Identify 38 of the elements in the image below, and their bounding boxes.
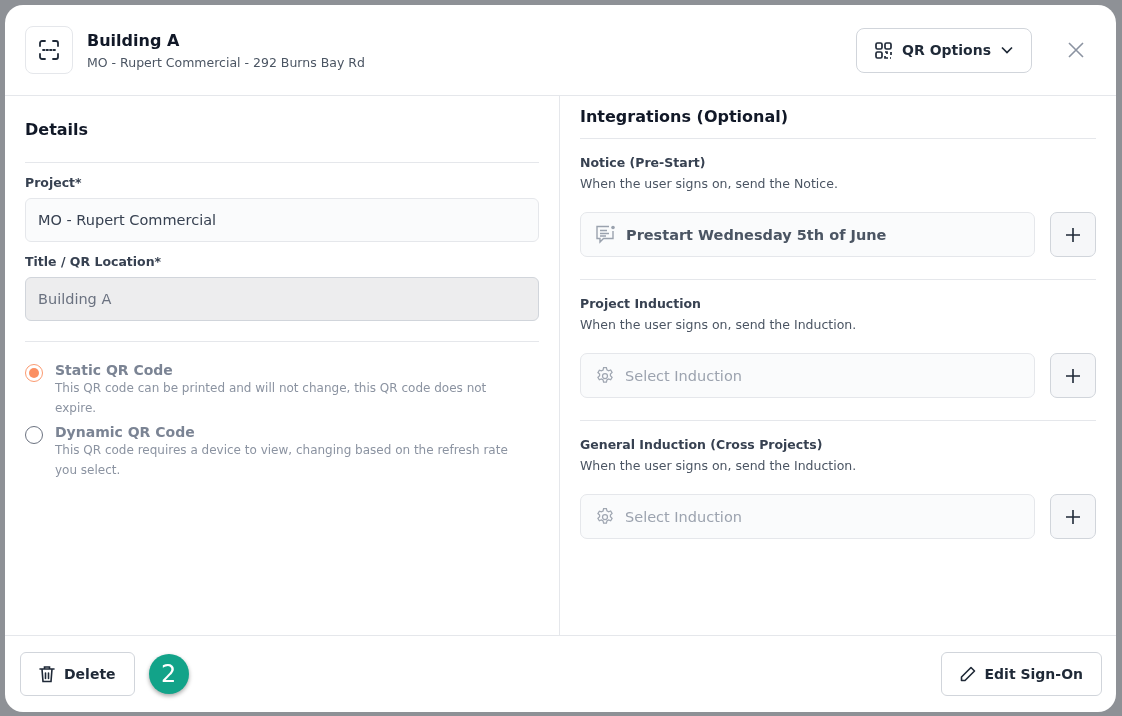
trash-icon (39, 665, 55, 683)
field-label: Title / QR Location* (25, 254, 163, 269)
select-field[interactable]: Prestart Wednesday 5th of June (580, 212, 1035, 257)
dialog-subtitle: MO - Rupert Commercial - 292 Burns Bay Rd (87, 54, 366, 70)
gear-icon (595, 506, 615, 527)
qr-options-button[interactable]: QR Options (856, 27, 1032, 73)
section-heading: Details (25, 119, 90, 141)
field-label: Project* (25, 175, 83, 190)
qr-code-icon (875, 41, 893, 59)
message-icon (595, 225, 616, 244)
integration-description: When the user signs on, send the Induction. (580, 458, 858, 473)
radio-label: Static QR Code (55, 362, 174, 378)
radio-description: This QR code requires a device to view, changing based on the refresh rate you select. (55, 442, 509, 479)
integration-title: General Induction (Cross Projects) (580, 437, 824, 452)
scan-frame-icon (25, 26, 73, 74)
plus-icon (1066, 509, 1080, 524)
integration-title: Project Induction (580, 296, 702, 311)
step-badge: 2 (148, 654, 189, 694)
integration-title: Notice (Pre-Start) (580, 155, 707, 170)
radio-label: Dynamic QR Code (55, 424, 196, 440)
dialog-title: Building A (87, 30, 181, 50)
delete-button[interactable]: Delete (20, 652, 135, 696)
text-field: Building A (25, 277, 539, 321)
plus-icon (1066, 368, 1080, 383)
edit-sign-on-button[interactable]: Edit Sign-On (940, 652, 1102, 696)
chevron-down-icon (1001, 46, 1013, 54)
add-button[interactable] (1050, 212, 1096, 257)
plus-icon (1066, 227, 1080, 242)
add-button[interactable] (1050, 353, 1096, 398)
section-heading: Integrations (Optional) (580, 106, 790, 128)
pencil-icon (959, 666, 976, 682)
integration-description: When the user signs on, send the Induction. (580, 317, 858, 332)
integration-description: When the user signs on, send the Notice. (580, 176, 839, 191)
text-field[interactable]: MO - Rupert Commercial (25, 198, 539, 242)
close-icon[interactable] (1068, 42, 1084, 58)
add-button[interactable] (1050, 494, 1096, 539)
gear-icon (595, 365, 615, 386)
radio-description: This QR code can be printed and will not change, this QR code does not expire. (55, 380, 488, 417)
